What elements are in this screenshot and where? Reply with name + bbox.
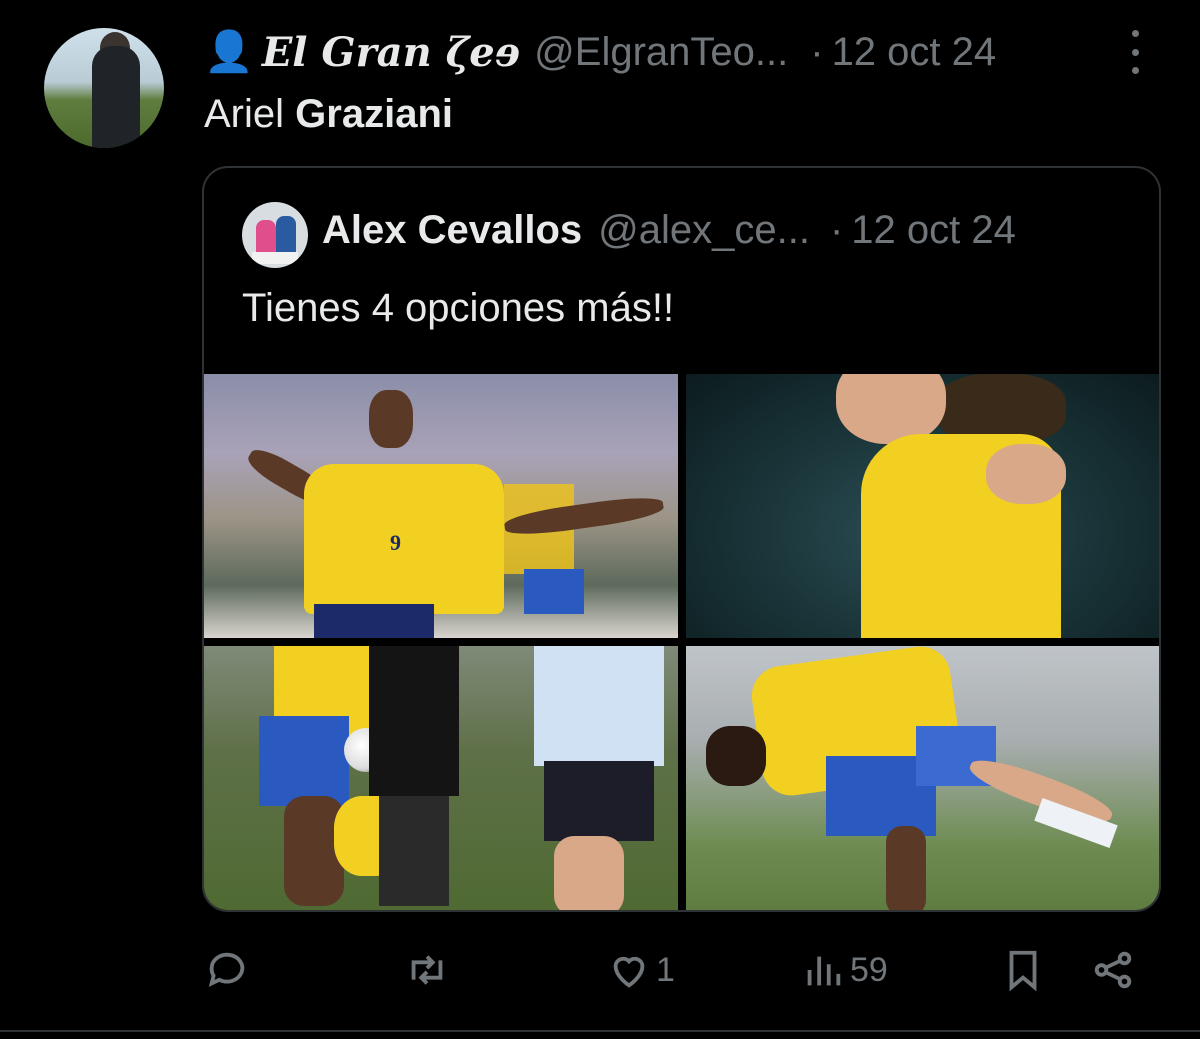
quoted-display-name[interactable]: Alex Cevallos bbox=[322, 208, 582, 253]
reply-button[interactable] bbox=[204, 940, 254, 1000]
photo-1[interactable]: 9 bbox=[204, 374, 678, 638]
retweet-button[interactable] bbox=[404, 940, 454, 1000]
like-icon bbox=[613, 956, 645, 988]
reply-icon bbox=[208, 952, 245, 987]
avatar-sign bbox=[252, 252, 298, 264]
separator-dot: · bbox=[810, 29, 824, 74]
author-display-name[interactable]: El Gran ζeɘ bbox=[262, 29, 520, 76]
views-count: 59 bbox=[850, 950, 888, 989]
referee-kit bbox=[369, 646, 459, 796]
photo-4[interactable] bbox=[686, 646, 1159, 910]
quoted-separator-dot: · bbox=[829, 208, 844, 252]
background-shorts bbox=[524, 569, 584, 614]
share-button[interactable] bbox=[1090, 940, 1136, 1000]
player-leg bbox=[886, 826, 926, 910]
player-hair bbox=[706, 726, 766, 786]
more-dot bbox=[1131, 30, 1139, 37]
avatar-figure bbox=[92, 46, 140, 148]
quoted-author-avatar[interactable] bbox=[242, 202, 308, 268]
like-count: 1 bbox=[656, 950, 675, 989]
tweet-text-plain: Ariel bbox=[204, 92, 285, 136]
quoted-header: Alex Cevallos @alex_ce... · 12 oct 24 bbox=[322, 208, 1016, 253]
player-jersey bbox=[304, 464, 504, 614]
retweet-icon bbox=[411, 955, 443, 985]
argentina-legs bbox=[554, 836, 624, 910]
bookmark-icon bbox=[1009, 950, 1037, 992]
quoted-text: Tienes 4 opciones más!! bbox=[242, 286, 675, 330]
views-icon bbox=[807, 956, 841, 986]
tweet-text-bold: Graziani bbox=[295, 92, 453, 136]
more-dot bbox=[1131, 67, 1139, 74]
author-handle[interactable]: @ElgranTeo... bbox=[534, 30, 788, 75]
argentina-shorts bbox=[544, 761, 654, 841]
tweet-text: Ariel Graziani bbox=[204, 92, 453, 137]
player-hand bbox=[986, 444, 1066, 504]
action-bar: 1 59 bbox=[0, 940, 1200, 1010]
views-button[interactable]: 59 bbox=[800, 940, 888, 1000]
player-head bbox=[369, 390, 413, 448]
quoted-date[interactable]: 12 oct 24 bbox=[851, 208, 1016, 253]
quoted-tweet[interactable]: Alex Cevallos @alex_ce... · 12 oct 24 Ti… bbox=[202, 166, 1161, 912]
photo-2[interactable] bbox=[686, 374, 1159, 638]
like-button[interactable]: 1 bbox=[606, 940, 675, 1000]
ecuador-shorts bbox=[259, 716, 349, 806]
divider bbox=[0, 1030, 1200, 1032]
bookmark-button[interactable] bbox=[1000, 940, 1046, 1000]
media-grid: 9 bbox=[204, 374, 1159, 910]
argentina-jersey bbox=[534, 646, 664, 766]
referee-legs bbox=[379, 796, 449, 906]
player-shorts bbox=[314, 604, 434, 638]
author-avatar[interactable] bbox=[44, 28, 164, 148]
more-icon[interactable] bbox=[1120, 30, 1150, 74]
person-emoji-icon: 👤 bbox=[204, 30, 254, 74]
more-dot bbox=[1131, 48, 1139, 56]
tweet-date[interactable]: 12 oct 24 bbox=[832, 30, 997, 75]
tweet[interactable]: 👤 El Gran ζeɘ @ElgranTeo... · 12 oct 24 … bbox=[0, 0, 1200, 1039]
share-icon bbox=[1094, 951, 1132, 989]
photo-3[interactable] bbox=[204, 646, 678, 910]
tweet-header: 👤 El Gran ζeɘ @ElgranTeo... · 12 oct 24 bbox=[204, 26, 1164, 78]
jersey-number: 9 bbox=[390, 530, 401, 555]
quoted-handle[interactable]: @alex_ce... bbox=[598, 208, 810, 253]
